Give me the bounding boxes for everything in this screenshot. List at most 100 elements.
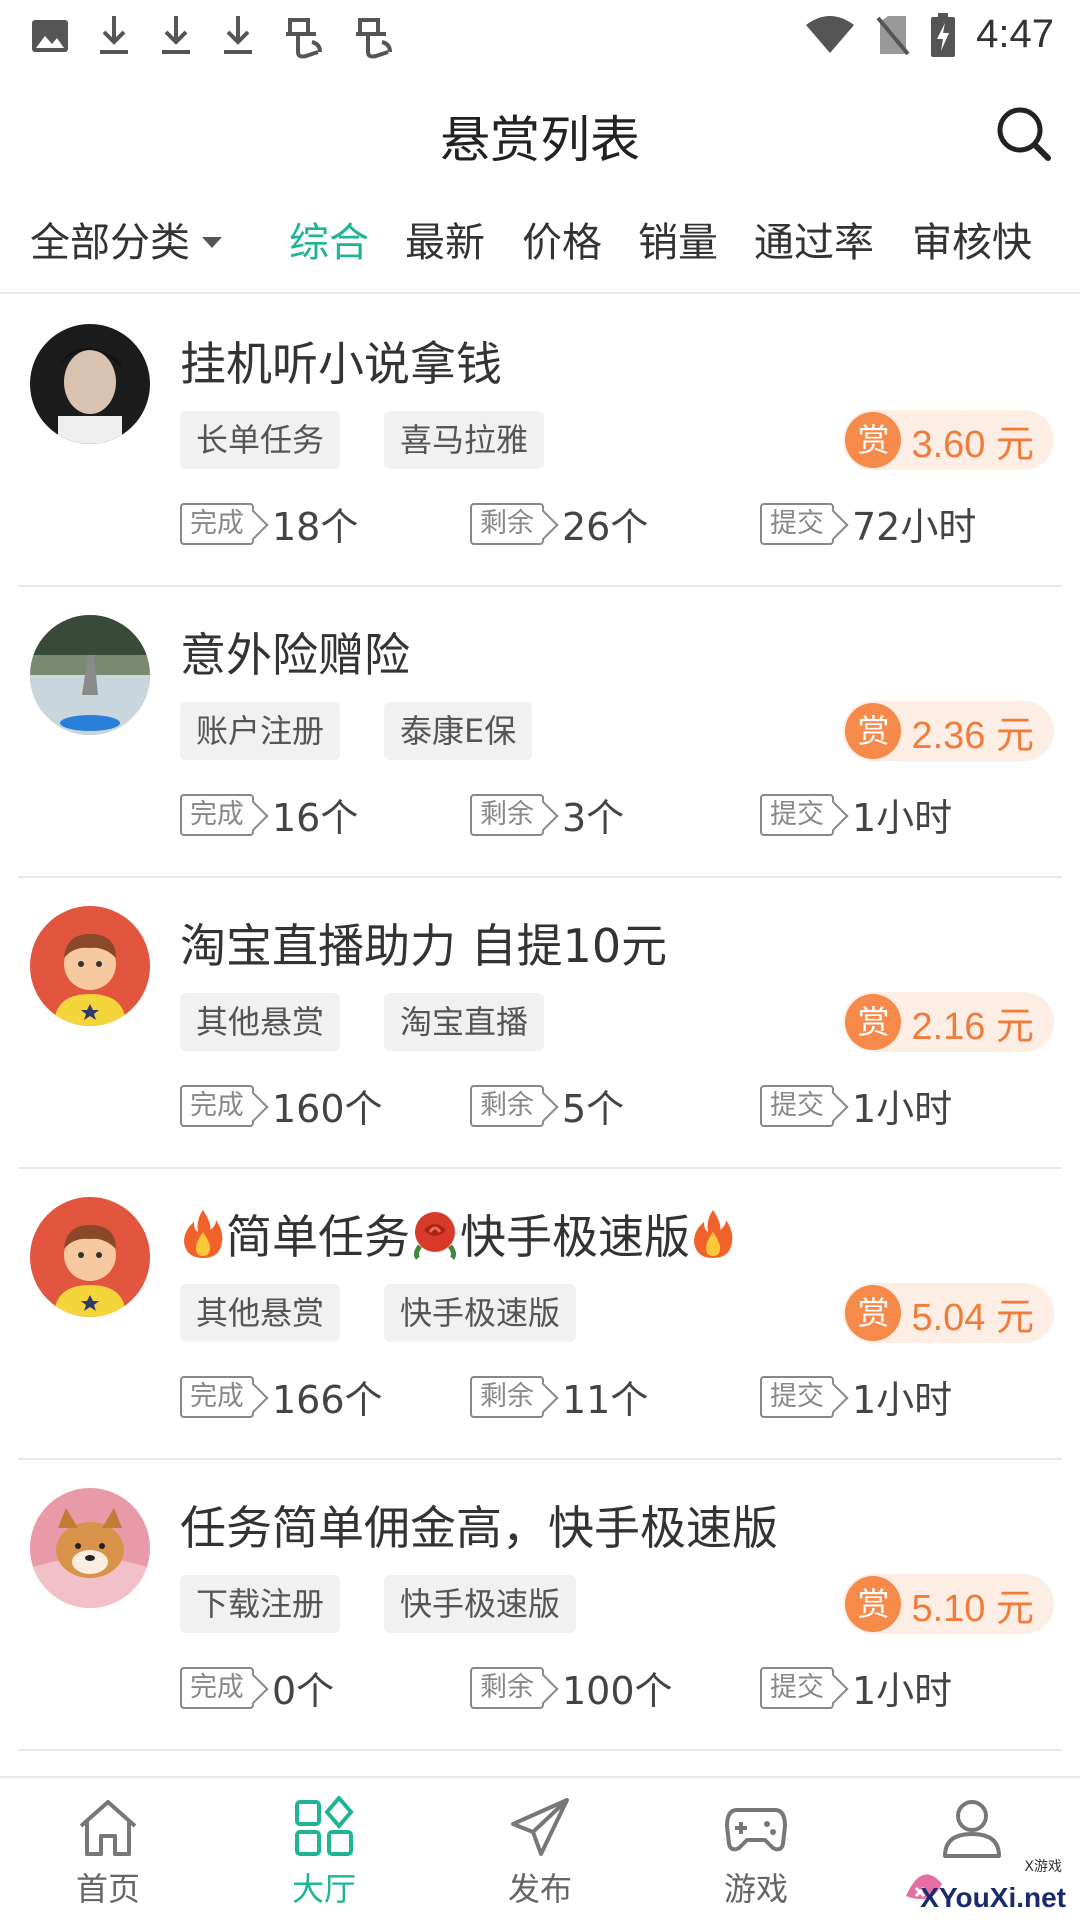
- stat-submit: 提交 1小时: [760, 1078, 952, 1133]
- stat-label: 完成: [180, 1084, 254, 1127]
- stat-remaining: 剩余 100个: [470, 1660, 673, 1715]
- watermark-small: X游戏: [1024, 1859, 1062, 1875]
- reward-amount: 5.10 元: [911, 1587, 1034, 1630]
- nav-games[interactable]: 游戏: [648, 1778, 864, 1920]
- task-title: 任务简单佣金高，快手极速版: [180, 1501, 778, 1555]
- rose-icon: [413, 1212, 457, 1260]
- nav-home[interactable]: 首页: [0, 1778, 216, 1920]
- category-label: 全部分类: [30, 220, 190, 266]
- avatar: [30, 615, 150, 735]
- tab-sales[interactable]: 销量: [638, 210, 718, 268]
- status-bar: 4:47: [0, 0, 1080, 78]
- task-tag: 泰康E保: [384, 702, 533, 760]
- task-card[interactable]: 任务简单佣金高，快手极速版 下载注册 快手极速版 赏 5.10 元 完成 0个 …: [18, 1460, 1062, 1751]
- stat-label: 剩余: [470, 1084, 544, 1127]
- stat-completed: 完成 160个: [180, 1078, 383, 1133]
- search-icon[interactable]: [992, 102, 1056, 166]
- stat-submit: 提交 1小时: [760, 1660, 952, 1715]
- reward-badge: 赏 5.04 元: [843, 1283, 1054, 1343]
- fire-icon: [184, 1210, 223, 1258]
- stat-value: 11个: [562, 1378, 649, 1422]
- stat-value: 166个: [272, 1378, 383, 1422]
- nav-hall[interactable]: 大厅: [216, 1778, 432, 1920]
- tab-fast-review[interactable]: 审核快: [912, 210, 1032, 268]
- caret-down-icon: [202, 236, 222, 248]
- bug-icon: [356, 18, 392, 59]
- task-card[interactable]: 挂机听小说拿钱 长单任务 喜马拉雅 赏 3.60 元 完成 18个 剩余 26个…: [18, 296, 1062, 587]
- stat-label: 提交: [760, 1666, 834, 1709]
- filter-bar: 全部分类 综合 最新 价格 销量 通过率 审核快: [0, 190, 1080, 294]
- reward-amount: 2.36 元: [911, 714, 1034, 757]
- reward-icon: 赏: [845, 994, 902, 1050]
- stat-value: 160个: [272, 1087, 383, 1131]
- tab-pass-rate[interactable]: 通过率: [754, 210, 874, 268]
- tab-newest[interactable]: 最新: [405, 210, 485, 268]
- task-tag: 其他悬赏: [180, 1284, 341, 1342]
- stat-label: 完成: [180, 502, 254, 545]
- avatar: [30, 324, 150, 444]
- tab-comprehensive[interactable]: 综合: [289, 210, 369, 268]
- stat-remaining: 剩余 3个: [470, 787, 624, 842]
- nav-publish[interactable]: 发布: [432, 1778, 648, 1920]
- category-dropdown[interactable]: 全部分类: [30, 210, 222, 268]
- stat-value: 100个: [562, 1669, 673, 1713]
- stat-submit: 提交 72小时: [760, 496, 976, 551]
- stat-value: 72小时: [852, 505, 977, 549]
- stat-remaining: 剩余 26个: [470, 496, 648, 551]
- avatar: [30, 906, 150, 1026]
- task-tag: 长单任务: [180, 411, 341, 469]
- stat-completed: 完成 166个: [180, 1369, 383, 1424]
- stat-value: 1小时: [852, 1669, 953, 1713]
- reward-icon: 赏: [845, 1576, 902, 1632]
- stat-completed: 完成 16个: [180, 787, 358, 842]
- reward-badge: 赏 2.36 元: [843, 701, 1054, 761]
- reward-icon: 赏: [845, 1285, 902, 1341]
- page-title: 悬赏列表: [440, 111, 640, 169]
- task-card[interactable]: 简单任务 快手极速版 其他悬赏 快手极速版 赏 5.04 元 完成 166个 剩…: [18, 1169, 1062, 1460]
- title-text: 快手极速版: [460, 1210, 690, 1264]
- stat-value: 0个: [272, 1669, 335, 1713]
- task-tag: 账户注册: [180, 702, 341, 760]
- stat-label: 提交: [760, 502, 834, 545]
- nav-label: 首页: [75, 1870, 140, 1908]
- tab-price[interactable]: 价格: [522, 210, 602, 268]
- title-text: 简单任务: [226, 1210, 410, 1264]
- send-icon: [511, 1798, 569, 1856]
- stat-value: 18个: [272, 505, 359, 549]
- hall-icon: [295, 1796, 354, 1856]
- task-tag: 淘宝直播: [384, 993, 545, 1051]
- task-tag: 喜马拉雅: [384, 411, 545, 469]
- task-card[interactable]: 意外险赠险 账户注册 泰康E保 赏 2.36 元 完成 16个 剩余 3个 提交…: [18, 587, 1062, 878]
- download-icon: [162, 16, 190, 54]
- task-card[interactable]: 淘宝直播助力 自提10元 其他悬赏 淘宝直播 赏 2.16 元 完成 160个 …: [18, 878, 1062, 1169]
- stat-value: 16个: [272, 796, 359, 840]
- stat-completed: 完成 0个: [180, 1660, 334, 1715]
- stat-value: 26个: [562, 505, 649, 549]
- task-tag: 其他悬赏: [180, 993, 341, 1051]
- image-icon: [32, 20, 68, 52]
- stat-value: 3个: [562, 796, 625, 840]
- battery-charging-icon: [931, 12, 956, 57]
- stat-value: 1小时: [852, 1087, 953, 1131]
- reward-amount: 3.60 元: [911, 423, 1034, 466]
- reward-badge: 赏 5.10 元: [843, 1574, 1054, 1634]
- stat-label: 提交: [760, 793, 834, 836]
- stat-label: 完成: [180, 1375, 254, 1418]
- stat-value: 1小时: [852, 1378, 953, 1422]
- stat-submit: 提交 1小时: [760, 1369, 952, 1424]
- clock: 4:47: [976, 12, 1054, 56]
- nav-label: 游戏: [723, 1870, 788, 1908]
- task-tag: 快手极速版: [384, 1284, 577, 1342]
- stat-label: 剩余: [470, 1375, 544, 1418]
- watermark: X游戏 XYouXi.net: [906, 1859, 1072, 1916]
- fire-icon: [694, 1210, 733, 1258]
- profile-icon: [943, 1800, 1001, 1858]
- reward-badge: 赏 2.16 元: [843, 992, 1054, 1052]
- reward-icon: 赏: [845, 703, 902, 759]
- stat-completed: 完成 18个: [180, 496, 358, 551]
- stat-label: 提交: [760, 1375, 834, 1418]
- stat-submit: 提交 1小时: [760, 787, 952, 842]
- task-title: 简单任务 快手极速版: [180, 1201, 736, 1267]
- download-icon: [100, 16, 128, 54]
- stat-value: 5个: [562, 1087, 625, 1131]
